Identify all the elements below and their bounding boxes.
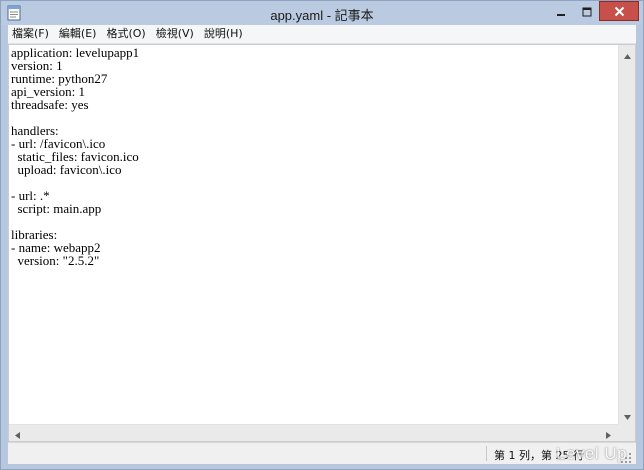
watermark-text: Level Up: [556, 444, 628, 463]
notepad-window: app.yaml - 記事本 檔案(F) 編輯(E) 格式(O) 檢視(V) 說…: [0, 0, 644, 470]
text-editor[interactable]: application: levelupapp1 version: 1 runt…: [9, 45, 618, 424]
editor-pane: application: levelupapp1 version: 1 runt…: [8, 44, 636, 442]
menu-bar: 檔案(F) 編輯(E) 格式(O) 檢視(V) 說明(H): [8, 25, 636, 44]
scrollbar-corner: [618, 424, 635, 441]
close-icon: [614, 2, 625, 21]
horizontal-scrollbar[interactable]: [9, 424, 618, 441]
status-divider: [486, 446, 487, 461]
menu-view[interactable]: 檢視(V): [152, 25, 198, 43]
arrow-right-icon: [606, 424, 611, 443]
menu-help[interactable]: 說明(H): [200, 25, 247, 43]
vertical-scrollbar[interactable]: [618, 45, 635, 424]
maximize-button[interactable]: [574, 1, 599, 21]
arrow-up-icon: [624, 44, 631, 63]
window-title: app.yaml - 記事本: [270, 8, 374, 23]
menu-edit[interactable]: 編輯(E): [55, 25, 101, 43]
arrow-down-icon: [624, 405, 631, 424]
scroll-up-button[interactable]: [619, 45, 636, 62]
minimize-icon: [556, 2, 566, 21]
minimize-button[interactable]: [548, 1, 574, 21]
scroll-down-button[interactable]: [619, 406, 636, 423]
editor-content[interactable]: application: levelupapp1 version: 1 runt…: [9, 45, 618, 267]
status-bar: 第 1 列，第 25 行: [8, 442, 636, 464]
scroll-left-button[interactable]: [9, 425, 26, 442]
close-button[interactable]: [599, 1, 639, 21]
menu-file[interactable]: 檔案(F): [8, 25, 53, 43]
menu-format[interactable]: 格式(O): [102, 25, 149, 43]
scroll-right-button[interactable]: [600, 425, 617, 442]
title-bar[interactable]: app.yaml - 記事本: [1, 1, 643, 25]
maximize-icon: [582, 2, 592, 21]
arrow-left-icon: [15, 424, 20, 443]
